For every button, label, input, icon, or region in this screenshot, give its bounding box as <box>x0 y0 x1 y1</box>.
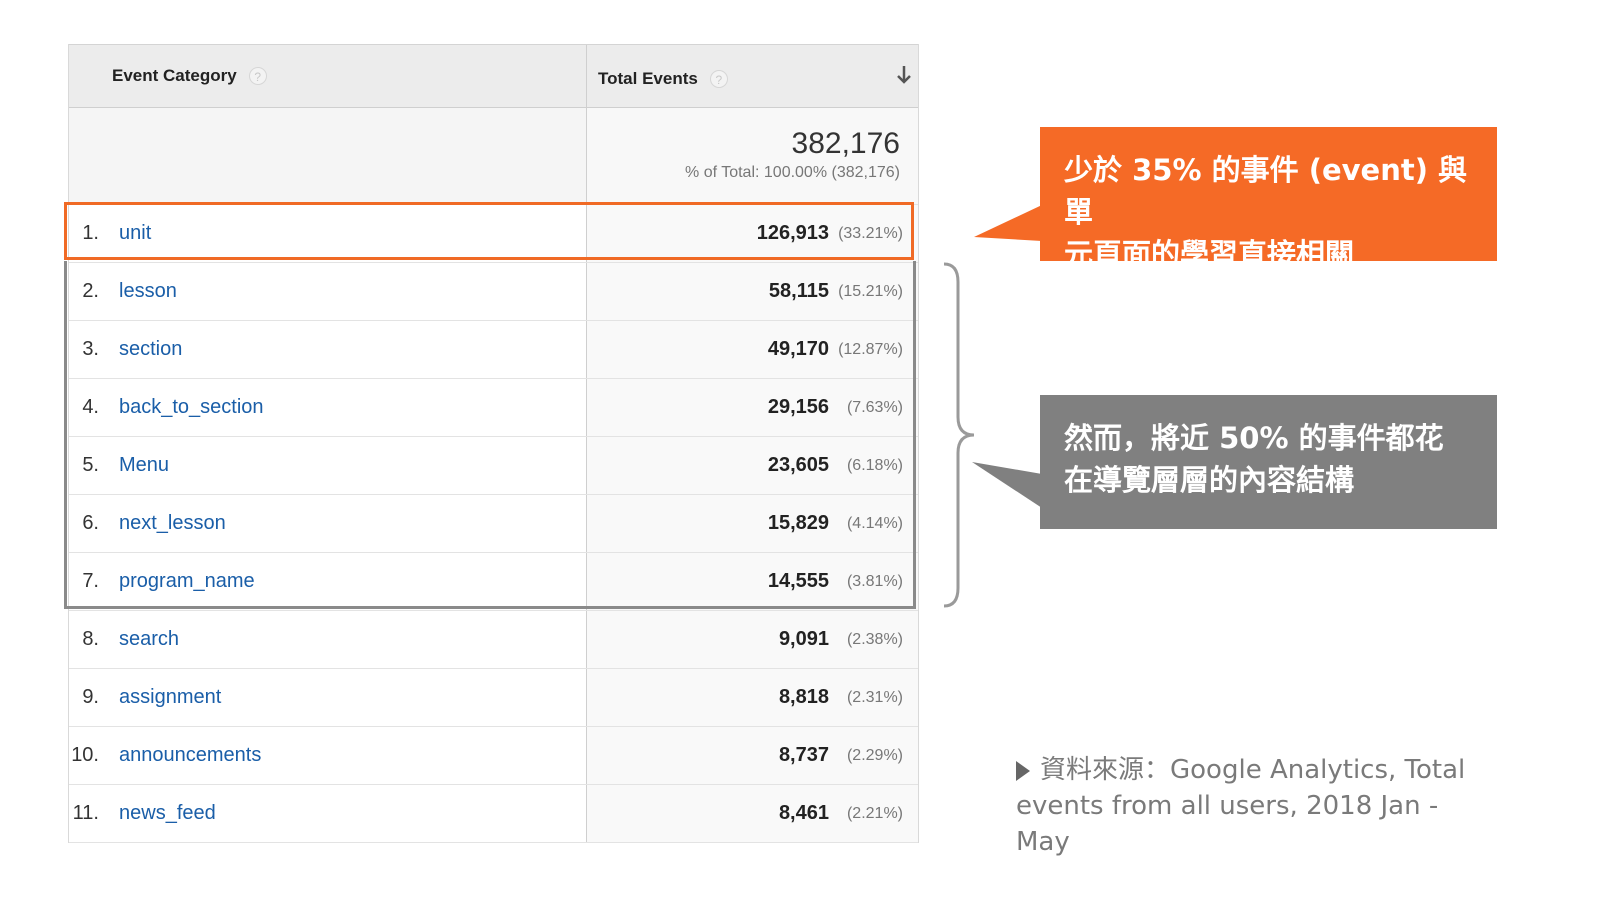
callout-pointer-gray <box>972 462 1042 508</box>
table-row[interactable]: 9. assignment 8,818 (2.31%) <box>69 669 918 727</box>
help-icon[interactable]: ? <box>248 67 267 85</box>
header-event-category-label: Event Category <box>112 66 237 85</box>
source-line2: events from all users, 2018 Jan - May <box>1016 791 1439 857</box>
event-count: 8,818 <box>778 686 829 708</box>
table-row[interactable]: 11. news_feed 8,461 (2.21%) <box>69 785 918 843</box>
category-cell: 11. news_feed <box>69 785 587 842</box>
category-cell: 10. announcements <box>69 727 587 784</box>
header-total-events-label: Total Events <box>598 69 698 88</box>
total-events-cell: 8,737 (2.29%) <box>587 727 918 784</box>
event-percent: (2.21%) <box>846 804 903 822</box>
callout-orange: 少於 35% 的事件 (event) 與單 元頁面的學習直接相關 <box>1040 127 1497 271</box>
help-icon[interactable]: ? <box>709 70 728 88</box>
totals-cell: 382,176 % of Total: 100.00% (382,176) <box>587 108 918 204</box>
highlight-frame-gray <box>64 261 916 609</box>
highlight-frame-orange <box>64 202 914 260</box>
source-line1: 資料來源：Google Analytics, Total <box>1040 755 1466 785</box>
event-count: 9,091 <box>778 628 829 650</box>
event-percent: (2.29%) <box>846 746 903 764</box>
callout-orange-line1: 少於 35% 的事件 (event) 與單 <box>1064 153 1468 229</box>
source-triangle-icon <box>1016 760 1030 781</box>
callout-gray-line2: 在導覽層層的內容結構 <box>1064 463 1355 497</box>
callout-orange-line2: 元頁面的學習直接相關 <box>1064 237 1355 271</box>
total-value: 382,176 <box>791 127 900 160</box>
category-link[interactable]: announcements <box>119 744 261 767</box>
event-count: 8,737 <box>778 744 829 766</box>
category-cell: 8. search <box>69 611 587 668</box>
total-events-cell: 8,818 (2.31%) <box>587 669 918 726</box>
event-percent: (2.31%) <box>846 688 903 706</box>
callout-pointer-orange <box>974 205 1042 241</box>
total-events-cell: 9,091 (2.38%) <box>587 611 918 668</box>
totals-row: 382,176 % of Total: 100.00% (382,176) <box>69 108 918 205</box>
row-index: 11. <box>72 802 99 824</box>
row-index: 9. <box>82 686 99 708</box>
table-header: Event Category ? Total Events ? <box>69 44 918 108</box>
totals-empty-cell <box>69 108 587 204</box>
category-link[interactable]: search <box>119 628 179 651</box>
callout-gray-line1: 然而，將近 50% 的事件都花 <box>1064 421 1444 455</box>
event-count: 8,461 <box>778 802 829 824</box>
category-cell: 9. assignment <box>69 669 587 726</box>
row-index: 8. <box>82 628 99 650</box>
event-percent: (2.38%) <box>846 630 903 648</box>
table-row[interactable]: 10. announcements 8,737 (2.29%) <box>69 727 918 785</box>
curly-brace <box>943 262 975 608</box>
total-percent: % of Total: 100.00% (382,176) <box>685 164 900 181</box>
sort-descending-icon[interactable] <box>896 63 912 87</box>
header-event-category[interactable]: Event Category ? <box>69 45 587 107</box>
total-events-cell: 8,461 (2.21%) <box>587 785 918 842</box>
source-note: 資料來源：Google Analytics, Total events from… <box>1016 752 1486 860</box>
callout-gray: 然而，將近 50% 的事件都花 在導覽層層的內容結構 <box>1040 395 1497 529</box>
row-index: 10. <box>71 744 99 766</box>
category-link[interactable]: news_feed <box>119 802 216 825</box>
header-total-events[interactable]: Total Events ? <box>587 45 918 107</box>
table-row[interactable]: 8. search 9,091 (2.38%) <box>69 611 918 669</box>
category-link[interactable]: assignment <box>119 686 221 709</box>
